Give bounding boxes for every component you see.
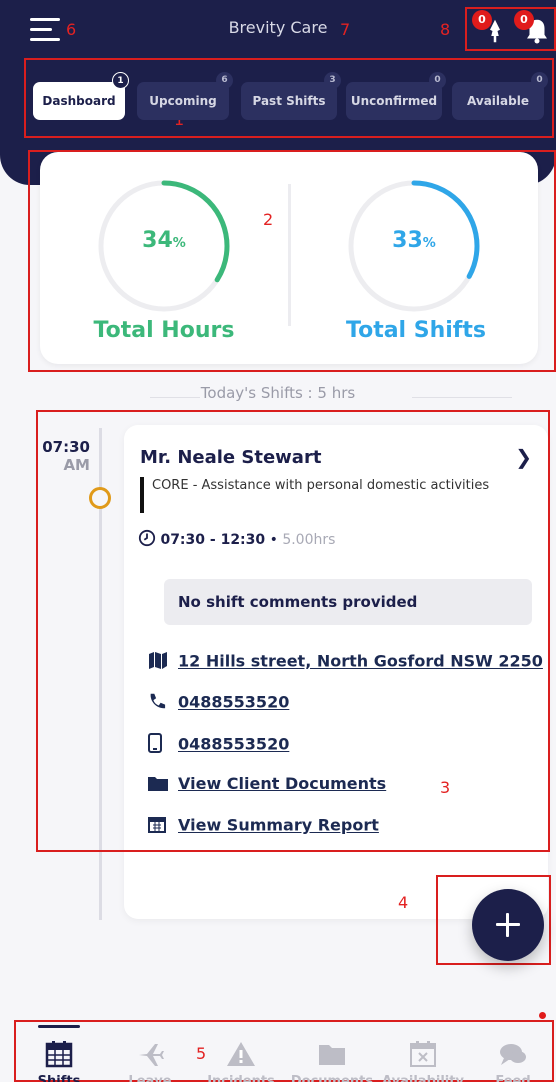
tab-count-badge: 1 [112,72,129,89]
add-button[interactable] [472,889,544,961]
tab-label: Past Shifts [252,94,326,108]
tab-label: Unconfirmed [350,94,438,108]
folder-icon [319,1045,345,1065]
tab-count-badge: 6 [216,72,233,89]
warning-icon [227,1042,255,1066]
tab-count-badge: 3 [324,72,341,89]
tab-unconfirmed[interactable]: Unconfirmed 0 [346,72,446,120]
tab-count-badge: 0 [531,72,548,89]
notification-badge: 0 [472,10,492,30]
nav-shifts[interactable]: Shifts [14,1036,104,1082]
notification-bell-icon[interactable]: 0 [514,10,552,46]
nav-label: Availability [382,1074,464,1082]
feed-unread-dot [539,1012,546,1019]
plane-icon [139,1044,164,1066]
nav-label: Feed [495,1074,531,1082]
tab-label: Dashboard [42,94,116,108]
tab-count-badge: 0 [429,72,446,89]
nav-label: Documents [290,1074,374,1082]
nav-feed[interactable]: Feed [470,1036,556,1082]
tab-upcoming[interactable]: Upcoming 6 [137,72,233,120]
tab-label: Upcoming [149,94,217,108]
nav-label: Shifts [37,1074,81,1082]
annotation-box [28,150,556,372]
annotation-label: 3 [440,778,451,797]
annotation-label: 4 [398,893,409,912]
divider-line [412,397,512,398]
nav-leave[interactable]: Leave [105,1036,195,1082]
nav-availability[interactable]: Availability [378,1036,468,1082]
calendar-icon [45,1041,73,1068]
tab-label: Available [467,94,529,108]
notification-badge: 0 [514,10,534,30]
tab-available[interactable]: Available 0 [452,72,548,120]
chat-icon [500,1044,526,1065]
nav-label: Incidents [207,1074,275,1082]
annotation-label: 8 [440,20,451,39]
todays-shifts-summary: Today's Shifts : 5 hrs [200,384,356,402]
nav-incidents[interactable]: Incidents [196,1036,286,1082]
annotation-label: 2 [263,210,274,229]
pinned-notification-bell-icon[interactable]: 0 [472,10,510,46]
nav-label: Leave [128,1074,172,1082]
annotation-label: 7 [340,20,351,39]
calendar-x-icon [410,1041,436,1067]
tab-past-shifts[interactable]: Past Shifts 3 [241,72,341,120]
plus-icon [506,913,509,937]
nav-documents[interactable]: Documents [287,1036,377,1082]
annotation-box [36,410,550,852]
tab-dashboard[interactable]: Dashboard 1 [33,72,129,120]
